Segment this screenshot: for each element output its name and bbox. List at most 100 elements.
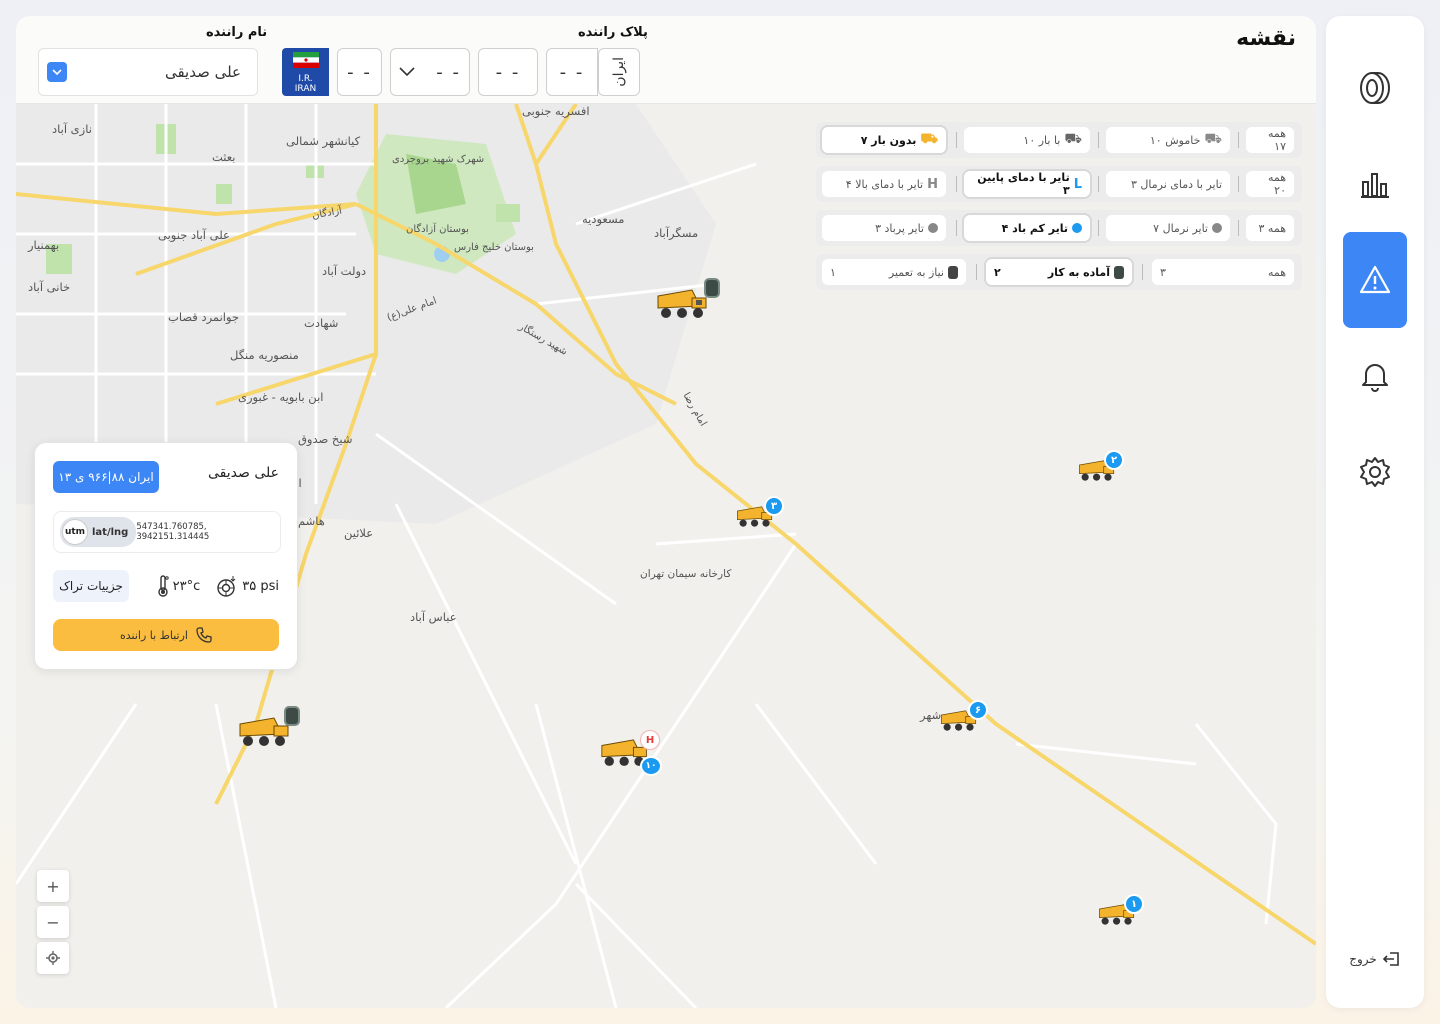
- filter-pressure-high-label: تایر پرباد ۳: [875, 221, 924, 235]
- truck-marker[interactable]: ۲: [1078, 450, 1124, 486]
- truck-marker[interactable]: [238, 706, 300, 750]
- nav-settings[interactable]: [1343, 424, 1407, 520]
- high-temp-icon: H: [927, 176, 938, 192]
- track-details-button[interactable]: جزییات تراک: [53, 570, 129, 602]
- header-bar: نقشه پلاک راننده نام راننده ایران - - - …: [16, 16, 1316, 104]
- flag-text-2: IRAN: [294, 84, 317, 94]
- filter-load-all[interactable]: همه ۱۷: [1246, 127, 1294, 153]
- map-label: بوستان خلیج فارس: [454, 242, 534, 253]
- filter-status-all-count: ۳: [1160, 265, 1166, 279]
- driver-select-value: علی صدیقی: [164, 63, 241, 81]
- chart-icon: [1361, 173, 1389, 198]
- filter-repair-label: نیاز به تعمیر: [888, 265, 944, 279]
- filter-unloaded[interactable]: ⛟ بدون بار ۷: [822, 127, 946, 153]
- high-temp-badge: H: [640, 730, 660, 750]
- truck-count-badge: ۶: [968, 700, 988, 720]
- filter-off[interactable]: ⛟ خاموش ۱۰: [1106, 127, 1230, 153]
- plate-label: پلاک راننده: [578, 25, 648, 40]
- map-label: دولت آباد: [322, 264, 367, 278]
- iran-flag-icon: [292, 52, 319, 68]
- truck-marker[interactable]: H ۱۰: [600, 730, 662, 776]
- flag-text-1: I.R.: [298, 74, 313, 84]
- chevron-down-icon: [47, 62, 67, 82]
- map-label: خانی آباد: [28, 280, 71, 294]
- thermometer-icon: [157, 575, 169, 597]
- low-temp-icon: L: [1073, 176, 1082, 192]
- filter-temp-low[interactable]: L تایر با دمای پایین ۳: [964, 171, 1090, 197]
- tire-repair-icon: [948, 265, 958, 279]
- filter-pressure-low[interactable]: تایر کم باد ۴: [964, 215, 1090, 241]
- nav-alerts[interactable]: [1343, 232, 1407, 328]
- logout-button[interactable]: خروج: [1336, 948, 1414, 970]
- plate-part3-input[interactable]: - -: [546, 48, 598, 96]
- tire-pressure-icon: [217, 576, 236, 597]
- call-driver-button[interactable]: ارتباط با راننده: [53, 619, 279, 651]
- filter-ready-count: ۲: [994, 265, 1001, 279]
- truck-marker[interactable]: ۳: [736, 496, 784, 532]
- truck-unloaded-icon: ⛟: [920, 131, 938, 147]
- map-label: شیخ صدوق: [298, 432, 353, 446]
- filter-pressure-high[interactable]: تایر پرباد ۳: [822, 215, 946, 241]
- filter-pressure-low-label: تایر کم باد ۴: [1001, 221, 1068, 235]
- plate-region-text: ایران: [611, 57, 627, 87]
- map-label: ابن بابویه - غبوری: [238, 390, 324, 404]
- coord-toggle-other: lat/lng: [92, 526, 129, 538]
- nav-tires[interactable]: [1343, 40, 1407, 136]
- tire-status-icon: [284, 706, 300, 726]
- locate-icon: [46, 951, 60, 965]
- truck-info-card: علی صدیقی ایران ۸۸|۹۶۶ ی ۱۳ utm lat/lng …: [34, 442, 298, 670]
- truck-plate-badge: ایران ۸۸|۹۶۶ ی ۱۳: [53, 461, 159, 493]
- map-label: افسریه جنوبی: [522, 104, 590, 118]
- filter-pressure-normal[interactable]: تایر نرمال ۷: [1106, 215, 1230, 241]
- filter-loaded[interactable]: ⛟ با بار ۱۰: [964, 127, 1090, 153]
- filter-pressure-normal-label: تایر نرمال ۷: [1153, 221, 1208, 235]
- truck-count-badge: ۲: [1104, 450, 1124, 470]
- logout-label: خروج: [1349, 952, 1377, 966]
- truck-count-badge: ۱: [1124, 894, 1144, 914]
- coord-format-toggle[interactable]: utm lat/lng: [60, 517, 137, 547]
- truck-marker[interactable]: [656, 278, 720, 322]
- filter-status-all[interactable]: همه ۳: [1152, 259, 1294, 285]
- zoom-out-button[interactable]: −: [37, 906, 69, 938]
- filter-pressure-all[interactable]: همه ۳: [1246, 215, 1294, 241]
- driver-label: نام راننده: [206, 25, 268, 40]
- tire-ready-icon: [1114, 265, 1124, 279]
- map-label: کیانشهر شمالی: [286, 134, 361, 148]
- map-label: هاشم: [298, 514, 325, 528]
- filter-row-status: همه ۳ آماده به کار ۲ نیاز به تعمیر ۱: [816, 254, 1302, 290]
- phone-icon: [196, 627, 212, 643]
- map-label: عباس آباد: [410, 610, 457, 624]
- truck-marker[interactable]: ۱: [1098, 894, 1144, 930]
- filter-status-all-label: همه: [1267, 265, 1286, 279]
- map-label: نازی آباد: [52, 122, 92, 136]
- zoom-in-button[interactable]: +: [37, 870, 69, 902]
- sidebar: خروج: [1326, 16, 1424, 1008]
- truck-marker[interactable]: ۶: [940, 700, 988, 736]
- locate-button[interactable]: [37, 942, 69, 974]
- truck-count-badge: ۱۰: [640, 756, 662, 776]
- nav-notifications[interactable]: [1343, 328, 1407, 424]
- map-label: بعثت: [212, 150, 236, 164]
- filter-repair[interactable]: نیاز به تعمیر ۱: [822, 259, 966, 285]
- coordinates-value: 547341.760785, 3942151.314445: [136, 522, 210, 542]
- plate-letter-value: - -: [436, 61, 461, 83]
- filter-unloaded-label: بدون بار ۷: [860, 133, 917, 147]
- map-label: علائین: [344, 526, 374, 540]
- filter-temp-normal[interactable]: تایر با دمای نرمال ۳: [1106, 171, 1230, 197]
- plate-letter-select[interactable]: - -: [390, 48, 470, 96]
- map-label: شهرک شهید بروجردی: [392, 154, 485, 165]
- driver-select[interactable]: علی صدیقی: [38, 48, 258, 96]
- map-label: مسعودیه: [582, 212, 625, 226]
- filter-repair-count: ۱: [830, 265, 836, 279]
- filter-off-label: خاموش ۱۰: [1149, 133, 1201, 147]
- filter-ready[interactable]: آماده به کار ۲: [986, 259, 1132, 285]
- filter-temp-all[interactable]: همه ۲۰: [1246, 171, 1294, 197]
- temperature-reading: ۲۳°c: [157, 575, 200, 597]
- nav-charts[interactable]: [1343, 136, 1407, 232]
- plate-part1-input[interactable]: - -: [337, 48, 382, 96]
- low-pressure-dot-icon: [1072, 223, 1082, 233]
- filter-row-load: همه ۱۷ ⛟ خاموش ۱۰ ⛟ با بار ۱۰ ⛟ بدون بار ۷: [816, 122, 1302, 158]
- alert-icon: [1359, 265, 1391, 294]
- plate-part2-input[interactable]: - -: [478, 48, 538, 96]
- filter-temp-high[interactable]: H تایر با دمای بالا ۴: [822, 171, 946, 197]
